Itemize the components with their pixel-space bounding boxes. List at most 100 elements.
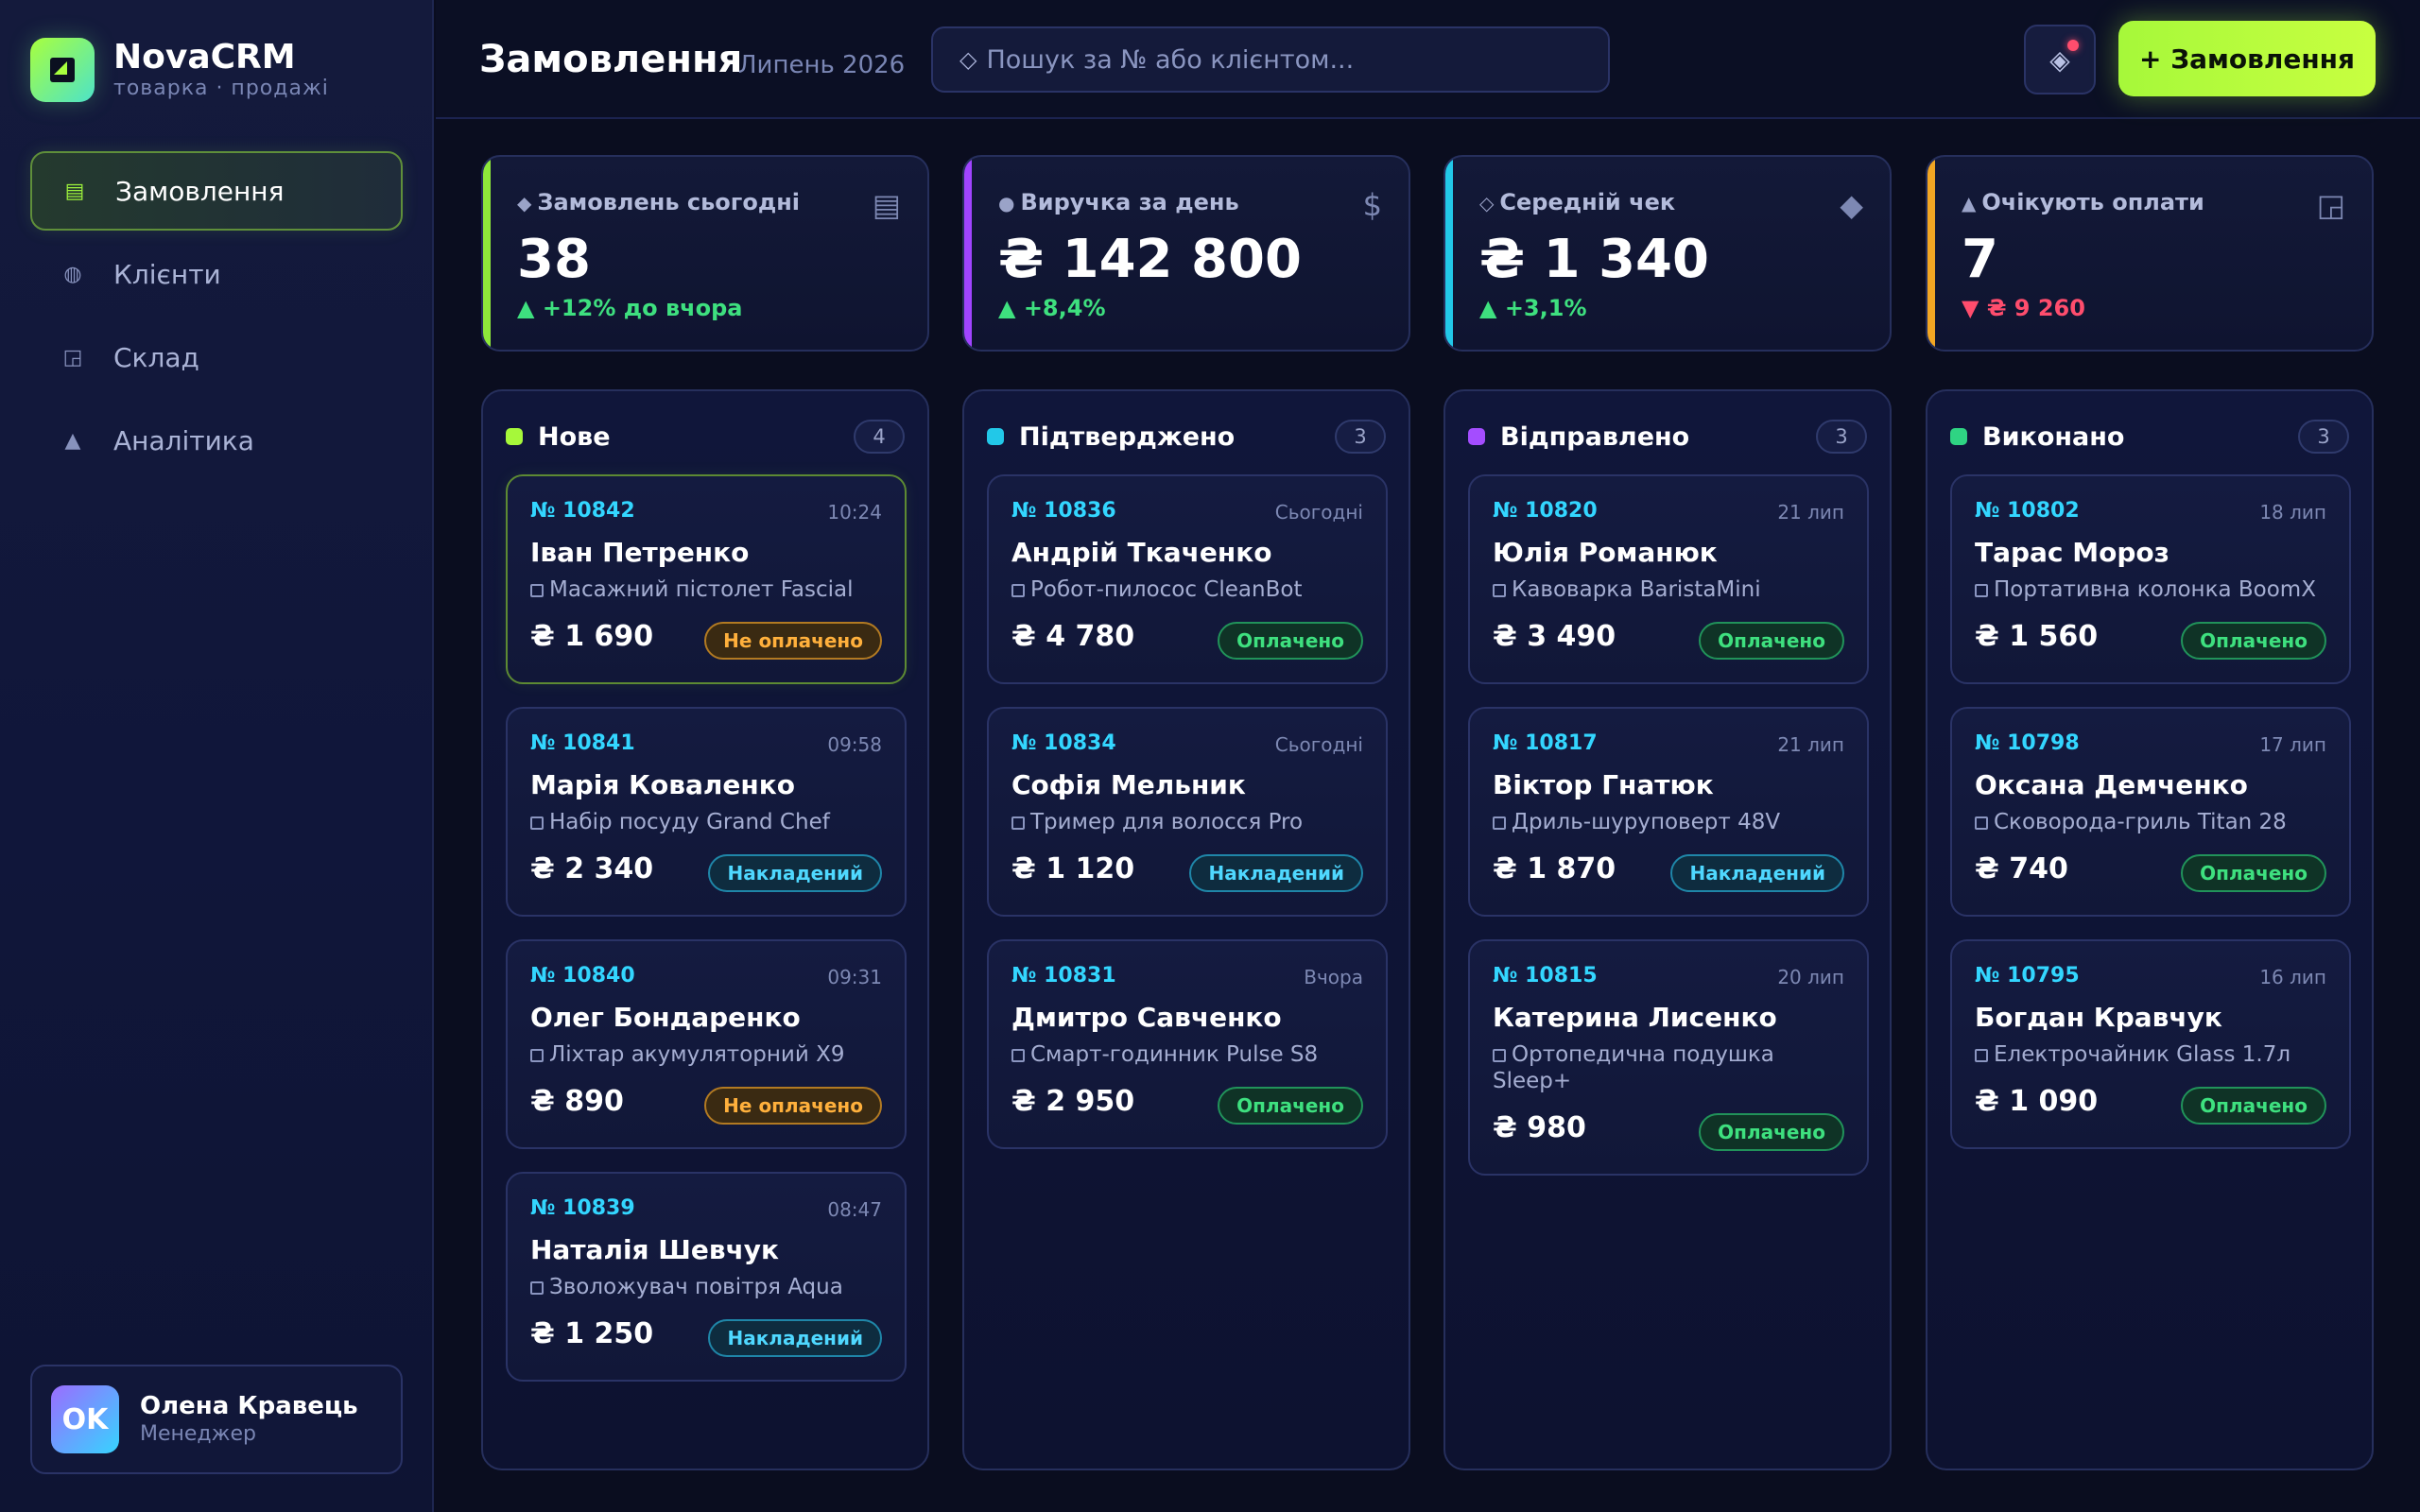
- column-shipped: Відправлено 3 № 10820 21 лип Юлія Романю…: [1443, 389, 1892, 1470]
- customer-name: Катерина Лисенко: [1493, 1002, 1777, 1033]
- stat-accent: [964, 157, 972, 350]
- order-time: 20 лип: [1777, 966, 1844, 988]
- column-header: Нове 4: [506, 418, 905, 455]
- column-header: Підтверджено 3: [987, 418, 1386, 455]
- order-time: 21 лип: [1777, 501, 1844, 524]
- stat-value: ₴ 142 800: [998, 229, 1302, 290]
- column-title: Нове: [538, 421, 611, 452]
- order-card[interactable]: № 10831 Вчора Дмитро Савченко Смарт-годи…: [987, 939, 1388, 1149]
- order-card[interactable]: № 10795 16 лип Богдан Кравчук Електрочай…: [1950, 939, 2351, 1149]
- stat-label: ◇ Середній чек: [1479, 189, 1676, 215]
- customer-name: Юлія Романюк: [1493, 537, 1718, 568]
- status-badge: Накладений: [708, 1319, 882, 1357]
- product-icon: [530, 816, 544, 830]
- status-badge: Накладений: [708, 854, 882, 892]
- status-badge: Не оплачено: [704, 1087, 882, 1125]
- diamond-icon: ◆: [517, 192, 532, 215]
- search-input[interactable]: ◇ Пошук за № або клієнтом...: [931, 26, 1610, 93]
- order-card[interactable]: № 10817 21 лип Віктор Гнатюк Дриль-шуруп…: [1468, 707, 1869, 917]
- order-price: ₴ 1 250: [530, 1317, 654, 1350]
- column-completed: Виконано 3 № 10802 18 лип Тарас Мороз По…: [1926, 389, 2374, 1470]
- sidebar-item-analytics[interactable]: ▲ Аналітика: [30, 401, 403, 480]
- status-dot: [1950, 428, 1967, 445]
- order-product: Масажний пістолет Fascial: [530, 576, 890, 603]
- order-product: Смарт-годинник Pulse S8: [1011, 1041, 1371, 1068]
- stat-label: ● Виручка за день: [998, 189, 1239, 215]
- page-title: Замовлення: [479, 38, 743, 81]
- stat-accent: [483, 157, 491, 350]
- order-price: ₴ 2 340: [530, 852, 654, 885]
- analytics-icon: ▲: [64, 428, 81, 453]
- new-order-button[interactable]: + Замовлення: [2118, 21, 2376, 96]
- order-number: № 10795: [1975, 964, 2080, 988]
- order-number: № 10841: [530, 731, 635, 755]
- stat-value: 38: [517, 229, 591, 290]
- order-number: № 10820: [1493, 499, 1598, 523]
- user-name: Олена Кравець: [140, 1392, 358, 1420]
- orders-icon: ▤: [872, 187, 901, 223]
- order-price: ₴ 1 090: [1975, 1085, 2099, 1118]
- product-icon: [1011, 1049, 1025, 1062]
- product-icon: [530, 584, 544, 597]
- sidebar-item-orders[interactable]: ▤ Замовлення: [30, 151, 403, 231]
- order-time: 09:58: [827, 733, 882, 756]
- kanban-board: Нове 4 № 10842 10:24 Іван Петренко Масаж…: [481, 389, 2374, 1470]
- sidebar: NovaCRM товарка · продажі ▤ Замовлення ◍…: [0, 0, 434, 1512]
- order-card[interactable]: № 10842 10:24 Іван Петренко Масажний піс…: [506, 474, 907, 684]
- order-price: ₴ 1 870: [1493, 852, 1616, 885]
- user-role: Менеджер: [140, 1422, 256, 1446]
- order-card[interactable]: № 10840 09:31 Олег Бондаренко Ліхтар аку…: [506, 939, 907, 1149]
- customer-name: Марія Коваленко: [530, 769, 795, 800]
- order-time: 17 лип: [2259, 733, 2326, 756]
- stat-card-orders-today: ◆ Замовлень сьогодні ▤ 38 ▲ +12% до вчора: [481, 155, 929, 352]
- orders-list-icon: ▤: [64, 179, 85, 203]
- product-icon: [1493, 816, 1506, 830]
- order-product: Тример для волосся Pro: [1011, 809, 1371, 835]
- order-product: Електрочайник Glass 1.7л: [1975, 1041, 2334, 1068]
- status-badge: Не оплачено: [704, 622, 882, 660]
- order-price: ₴ 1 120: [1011, 852, 1135, 885]
- notifications-button[interactable]: ◈: [2024, 25, 2096, 94]
- order-card[interactable]: № 10834 Сьогодні Софія Мельник Тример дл…: [987, 707, 1388, 917]
- order-price: ₴ 1 690: [530, 620, 654, 653]
- order-price: ₴ 3 490: [1493, 620, 1616, 653]
- customer-name: Оксана Демченко: [1975, 769, 2248, 800]
- order-card[interactable]: № 10839 08:47 Наталія Шевчук Зволожувач …: [506, 1172, 907, 1382]
- brand[interactable]: NovaCRM товарка · продажі: [30, 38, 329, 102]
- order-card[interactable]: № 10815 20 лип Катерина Лисенко Ортопеди…: [1468, 939, 1869, 1176]
- product-icon: [530, 1281, 544, 1295]
- stat-card-awaiting-payment: ▲ Очікують оплати ◲ 7 ▼ ₴ 9 260: [1926, 155, 2374, 352]
- sidebar-item-clients[interactable]: ◍ Клієнти: [30, 234, 403, 314]
- product-icon: [1011, 816, 1025, 830]
- column-count: 3: [1816, 420, 1867, 454]
- product-icon: [1975, 584, 1988, 597]
- status-badge: Накладений: [1189, 854, 1363, 892]
- column-new: Нове 4 № 10842 10:24 Іван Петренко Масаж…: [481, 389, 929, 1470]
- order-number: № 10798: [1975, 731, 2080, 755]
- main-nav: ▤ Замовлення ◍ Клієнти ◲ Склад ▲ Аналіти…: [30, 151, 403, 484]
- order-product: Ліхтар акумуляторний X9: [530, 1041, 890, 1068]
- order-product: Набір посуду Grand Chef: [530, 809, 890, 835]
- notification-icon: ◈: [2049, 43, 2070, 76]
- user-card[interactable]: OK Олена Кравець Менеджер: [30, 1365, 403, 1474]
- sidebar-item-label: Замовлення: [115, 175, 285, 207]
- brand-subtitle: товарка · продажі: [113, 77, 329, 100]
- status-badge: Оплачено: [2181, 854, 2326, 892]
- customer-name: Наталія Шевчук: [530, 1234, 780, 1265]
- order-price: ₴ 980: [1493, 1111, 1586, 1144]
- order-card[interactable]: № 10798 17 лип Оксана Демченко Сковорода…: [1950, 707, 2351, 917]
- customer-name: Олег Бондаренко: [530, 1002, 801, 1033]
- order-card[interactable]: № 10820 21 лип Юлія Романюк Кавоварка Ba…: [1468, 474, 1869, 684]
- circle-icon: ●: [998, 192, 1015, 215]
- order-product: Кавоварка BaristaMini: [1493, 576, 1852, 603]
- order-card[interactable]: № 10836 Сьогодні Андрій Ткаченко Робот-п…: [987, 474, 1388, 684]
- order-card[interactable]: № 10841 09:58 Марія Коваленко Набір посу…: [506, 707, 907, 917]
- order-card[interactable]: № 10802 18 лип Тарас Мороз Портативна ко…: [1950, 474, 2351, 684]
- sidebar-item-warehouse[interactable]: ◲ Склад: [30, 318, 403, 397]
- order-product: Портативна колонка BoomX: [1975, 576, 2334, 603]
- order-product: Робот-пилосос CleanBot: [1011, 576, 1371, 603]
- customer-name: Богдан Кравчук: [1975, 1002, 2222, 1033]
- stat-label: ◆ Замовлень сьогодні: [517, 189, 801, 215]
- order-product: Дриль-шуруповерт 48V: [1493, 809, 1852, 835]
- order-time: Сьогодні: [1274, 733, 1363, 756]
